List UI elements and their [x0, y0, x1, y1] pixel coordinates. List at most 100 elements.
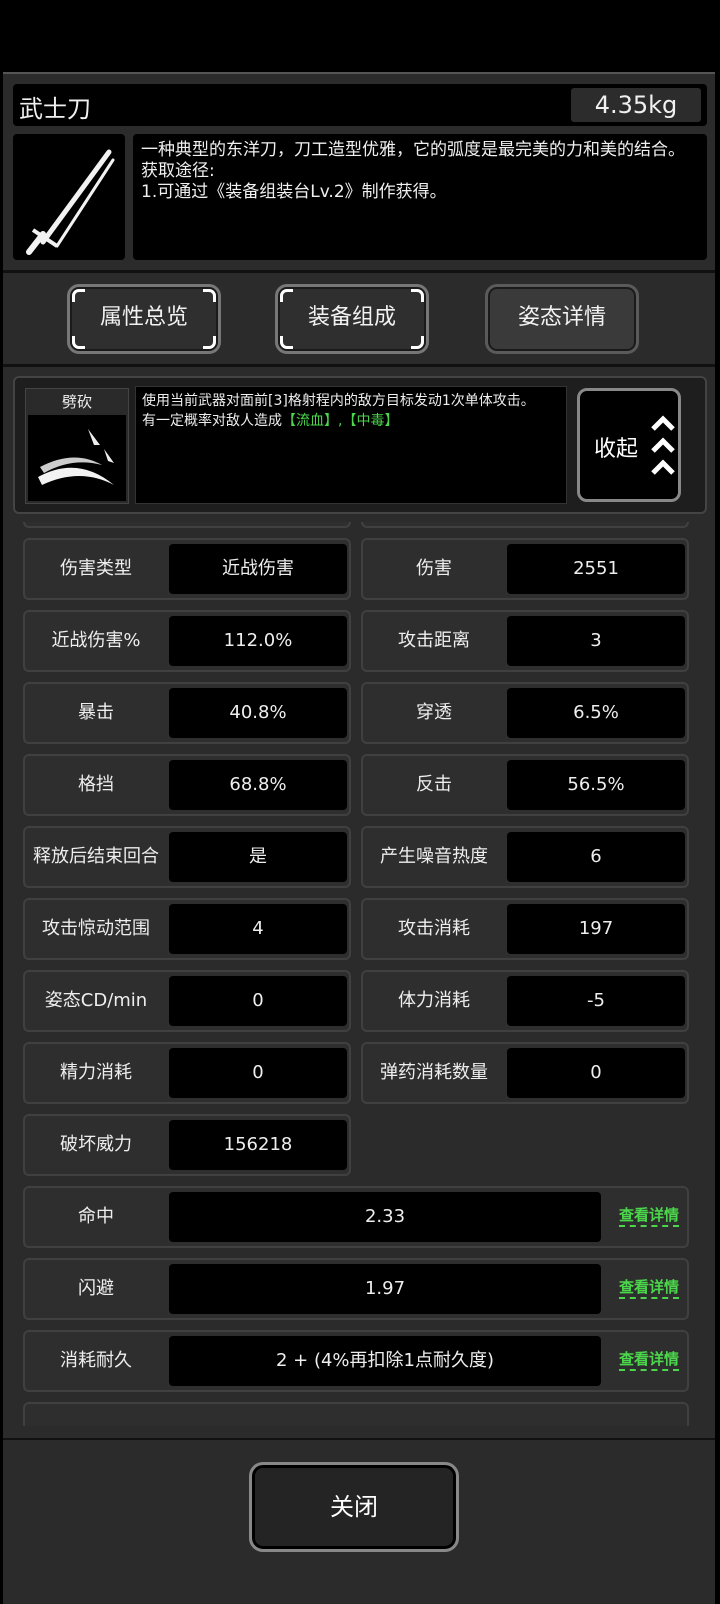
stat-end-turn: 释放后结束回合是: [23, 826, 351, 888]
stat-block: 格挡 68.8%: [23, 754, 351, 816]
stat-label: 弹药消耗数量: [380, 1062, 488, 1083]
katana-icon: [13, 134, 125, 260]
collapse-button[interactable]: 收起: [577, 388, 681, 502]
stat-label: 姿态CD/min: [44, 990, 148, 1011]
chevron-up-icon: [651, 415, 675, 475]
slash-icon: [28, 415, 126, 501]
stat-destruction-power: 破坏威力 156218: [23, 1114, 351, 1176]
stat-ammo-cost: 弹药消耗数量 0: [361, 1042, 689, 1104]
skill-panel: 劈砍 使用当前武器对面前[3]格射程内的敌方目标发动1次单体攻击。 有一定概率对…: [13, 376, 707, 514]
stat-value: 0: [507, 1048, 685, 1098]
stat-value: 3: [507, 616, 685, 666]
stat-cell-partial: [361, 522, 689, 528]
stat-energy-cost: 精力消耗 0: [23, 1042, 351, 1104]
stat-value: 近战伤害: [169, 544, 347, 594]
stat-label: 反击: [416, 774, 452, 795]
stat-label: 产生噪音热度: [380, 846, 488, 867]
stat-noise-heat: 产生噪音热度 6: [361, 826, 689, 888]
stat-label: 暴击: [78, 702, 114, 723]
stat-value: 6.5%: [507, 688, 685, 738]
stat-row-partial: [23, 1402, 689, 1426]
stat-value: 56.5%: [507, 760, 685, 810]
view-details-link[interactable]: 查看详情: [618, 1277, 679, 1299]
stat-stamina-cost: 体力消耗 -5: [361, 970, 689, 1032]
tab-label: 装备组成: [307, 305, 396, 330]
stat-label: 穿透: [416, 702, 452, 723]
description-line: 一种典型的东洋刀，刀工造型优雅，它的弧度是最完美的力和美的结合。: [141, 140, 685, 160]
stat-penetration: 穿透 6.5%: [361, 682, 689, 744]
stat-value: 6: [507, 832, 685, 882]
bleed-tag: 【流血】: [282, 413, 338, 429]
stat-value: 4: [169, 904, 347, 954]
description-line: 获取途径:: [141, 161, 215, 181]
stat-stance-cd: 姿态CD/min 0: [23, 970, 351, 1032]
tab-label: 属性总览: [99, 305, 188, 330]
stat-label: 精力消耗: [60, 1062, 132, 1083]
skill-card: 劈砍: [25, 388, 129, 504]
stat-value: 1.97: [169, 1264, 601, 1314]
divider: [3, 270, 715, 273]
stat-value: 156218: [169, 1120, 347, 1170]
item-weight: 4.35kg: [571, 88, 701, 122]
stat-value: 112.0%: [169, 616, 347, 666]
stat-alert-range: 攻击惊动范围 4: [23, 898, 351, 960]
stat-value: 197: [507, 904, 685, 954]
stat-label: 近战伤害%: [51, 630, 141, 651]
stat-label: 攻击惊动范围: [42, 918, 150, 939]
stat-label: 闪避: [78, 1278, 114, 1299]
stat-label: 破坏威力: [60, 1134, 132, 1155]
view-details-link[interactable]: 查看详情: [618, 1205, 679, 1227]
stat-label: 消耗耐久: [60, 1350, 132, 1371]
stat-label: 攻击距离: [398, 630, 470, 651]
tab-attribute-overview[interactable]: 属性总览: [67, 284, 221, 354]
stat-label: 格挡: [78, 774, 114, 795]
item-name: 武士刀: [19, 95, 91, 123]
stat-dodge: 闪避 1.97 查看详情: [23, 1258, 689, 1320]
stat-value: 68.8%: [169, 760, 347, 810]
stat-value: 0: [169, 1048, 347, 1098]
stat-value: 2.33: [169, 1192, 601, 1242]
skill-description: 使用当前武器对面前[3]格射程内的敌方目标发动1次单体攻击。 有一定概率对敌人造…: [135, 386, 567, 504]
stat-value: 40.8%: [169, 688, 347, 738]
bottom-bar: 关闭: [3, 1438, 715, 1604]
stat-value: 2 + (4%再扣除1点耐久度): [169, 1336, 601, 1386]
skill-desc-line: 有一定概率对敌人造成【流血】,【中毒】: [142, 411, 560, 431]
stat-damage: 伤害 2551: [361, 538, 689, 600]
item-title-bar: 武士刀 4.35kg: [13, 84, 707, 126]
stat-critical: 暴击 40.8%: [23, 682, 351, 744]
stat-label: 攻击消耗: [398, 918, 470, 939]
stat-label: 体力消耗: [398, 990, 470, 1011]
stat-melee-damage-pct: 近战伤害% 112.0%: [23, 610, 351, 672]
description-line: 1.可通过《装备组装台Lv.2》制作获得。: [141, 182, 447, 202]
stat-counter: 反击 56.5%: [361, 754, 689, 816]
collapse-label: 收起: [594, 437, 639, 462]
stat-label: 伤害类型: [60, 558, 132, 579]
stat-damage-type: 伤害类型 近战伤害: [23, 538, 351, 600]
stats-scroll-area[interactable]: 伤害类型 近战伤害 伤害 2551 近战伤害% 112.0% 攻击距离 3 暴击 40.8…: [13, 522, 707, 1426]
skill-name: 劈砍: [61, 393, 92, 411]
stat-label: 释放后结束回合: [33, 846, 159, 867]
stat-label: 伤害: [416, 558, 452, 579]
item-detail-panel: 武士刀 4.35kg 一种典型的东洋刀，刀工造型优雅，它的弧度是最完美的力和美的…: [3, 72, 715, 1604]
close-button[interactable]: 关闭: [249, 1462, 459, 1552]
view-details-link[interactable]: 查看详情: [618, 1349, 679, 1371]
poison-tag: 【中毒】: [342, 413, 399, 429]
stat-label: 命中: [78, 1206, 114, 1227]
divider: [3, 364, 715, 367]
stat-durability-cost: 消耗耐久 2 + (4%再扣除1点耐久度) 查看详情: [23, 1330, 689, 1392]
stat-value: 是: [169, 832, 347, 882]
skill-desc-text: 有一定概率对敌人造成: [142, 413, 282, 429]
stat-attack-range: 攻击距离 3: [361, 610, 689, 672]
stat-hit: 命中 2.33 查看详情: [23, 1186, 689, 1248]
skill-desc-line: 使用当前武器对面前[3]格射程内的敌方目标发动1次单体攻击。: [142, 393, 535, 409]
tab-equipment-composition[interactable]: 装备组成: [275, 284, 429, 354]
stat-cell-partial: [23, 522, 351, 528]
stat-value: 2551: [507, 544, 685, 594]
tab-stance-details[interactable]: 姿态详情: [485, 284, 639, 354]
tab-label: 姿态详情: [517, 305, 606, 330]
stat-attack-cost: 攻击消耗 197: [361, 898, 689, 960]
stat-value: 0: [169, 976, 347, 1026]
stat-value: -5: [507, 976, 685, 1026]
item-description: 一种典型的东洋刀，刀工造型优雅，它的弧度是最完美的力和美的结合。 获取途径: 1…: [133, 134, 707, 260]
close-label: 关闭: [330, 1493, 378, 1521]
